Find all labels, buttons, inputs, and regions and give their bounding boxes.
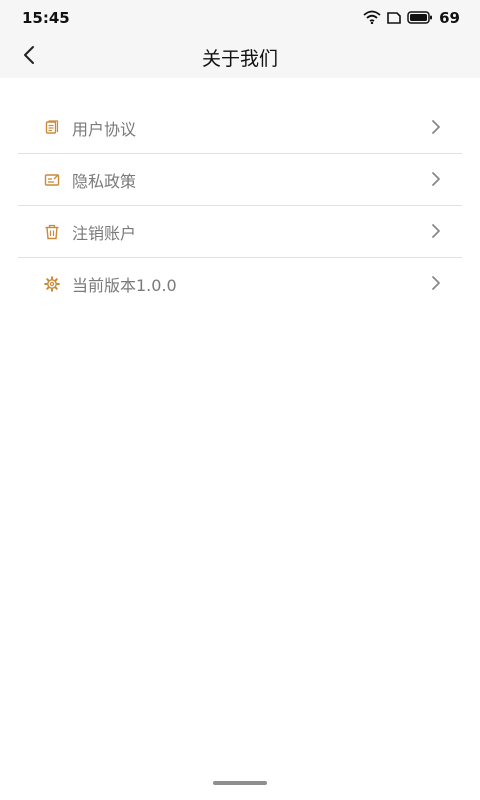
menu-item-privacy-policy[interactable]: 隐私政策 [18, 154, 462, 206]
menu-item-label: 用户协议 [72, 119, 137, 139]
battery-icon [407, 9, 433, 28]
status-time: 15:45 [22, 9, 70, 27]
about-menu-list: 用户协议 隐私政策 注销账户 当前版本1.0.0 [18, 102, 462, 309]
navigation-bar: 关于我们 [0, 36, 480, 78]
battery-level: 69 [439, 9, 460, 27]
gear-icon [43, 275, 61, 293]
home-indicator[interactable] [213, 781, 267, 785]
sim-icon [387, 9, 401, 28]
chevron-right-icon [430, 223, 442, 239]
chevron-right-icon [430, 275, 442, 291]
wifi-icon [363, 9, 381, 28]
edit-note-icon [43, 171, 61, 189]
menu-item-label: 当前版本1.0.0 [72, 275, 177, 295]
chevron-right-icon [430, 119, 442, 135]
chevron-right-icon [430, 171, 442, 187]
menu-item-label: 注销账户 [72, 223, 137, 243]
menu-item-label: 隐私政策 [72, 171, 137, 191]
status-bar: 15:45 69 [0, 0, 480, 36]
menu-item-current-version[interactable]: 当前版本1.0.0 [18, 258, 462, 309]
trash-icon [43, 223, 61, 241]
menu-item-delete-account[interactable]: 注销账户 [18, 206, 462, 258]
page-title: 关于我们 [201, 48, 278, 70]
status-icons: 69 [363, 9, 460, 27]
menu-item-user-agreement[interactable]: 用户协议 [18, 102, 462, 154]
document-icon [43, 119, 61, 137]
